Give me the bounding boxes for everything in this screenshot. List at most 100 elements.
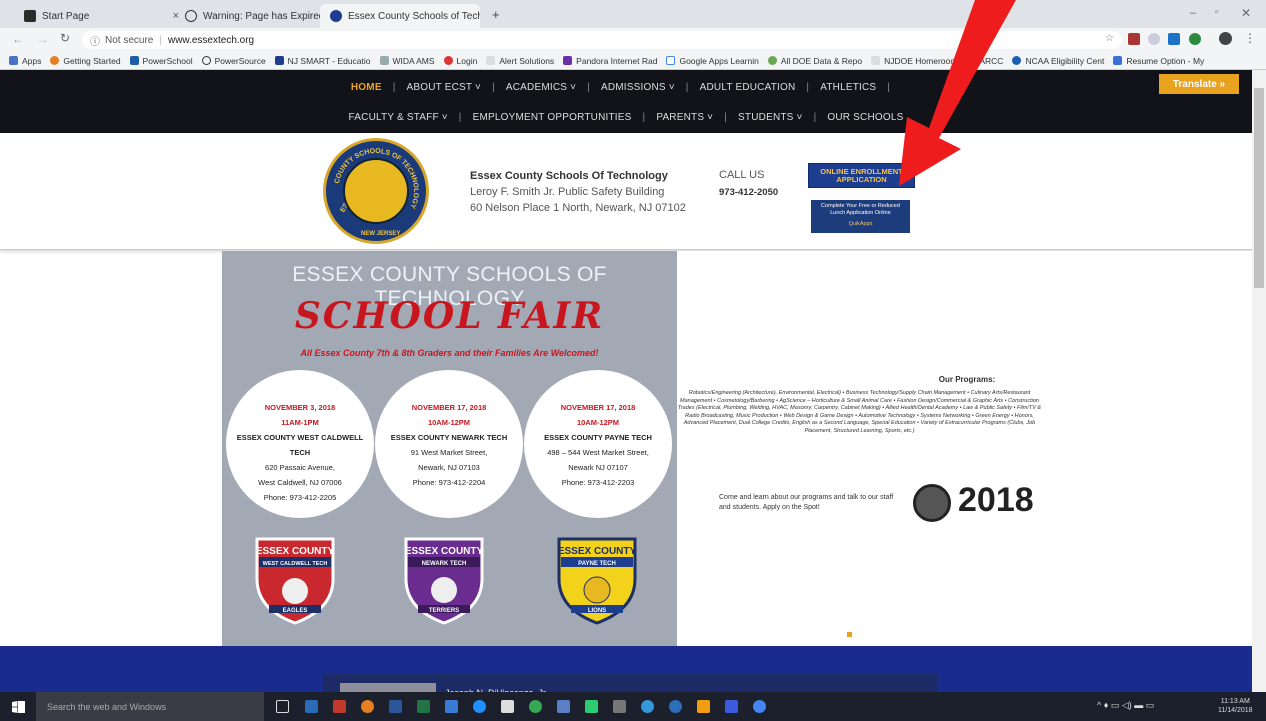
nav-athletics[interactable]: ATHLETICS [820,82,876,93]
tab-essex[interactable]: Essex County Schools of Technol × [320,4,480,28]
programs-list: Robotics/Engineering (Architecture), Env… [677,390,1042,434]
forward-icon[interactable]: → [37,32,49,46]
store-icon[interactable] [501,700,514,713]
event-date: NOVEMBER 17, 2018 [560,403,636,412]
taskbar-search-field[interactable]: Search the web and Windows [36,692,264,721]
app-icon[interactable] [557,700,570,713]
school-address: 60 Nelson Place 1 North, Newark, NJ 0710… [470,202,686,214]
taskbar-clock[interactable]: 11:13 AM 11/14/2018 [1218,697,1253,715]
extension-icon[interactable] [1128,33,1140,45]
tab-expired[interactable]: Warning: Page has Expired × [175,4,335,28]
slider-indicator[interactable] [847,632,852,637]
new-tab-button[interactable]: + [492,7,500,22]
nav-faculty-staff[interactable]: FACULTY & STAFF ˅ [349,112,448,123]
app-icon[interactable] [641,700,654,713]
minimize-button[interactable]: – [1190,7,1196,19]
system-tray-icons[interactable]: ^ ♦ ▭ ◁) ▬ ▭ [1097,700,1154,711]
bookmark-resume[interactable]: Resume Option - My [1113,56,1204,66]
lion-emblem-icon [343,158,409,224]
event-street: 498 – 544 West Market Street, [547,448,649,457]
nav-about[interactable]: ABOUT ECST ˅ [407,82,482,93]
bookmark-apps[interactable]: Apps [9,56,41,66]
enroll-label: APPLICATION [836,174,887,184]
flyer-headline: SCHOOL FAIR [294,295,605,337]
nav-employment[interactable]: EMPLOYMENT OPPORTUNITIES [473,112,632,123]
app-icon[interactable] [305,700,318,713]
school-name: Essex County Schools Of Technology [470,170,668,182]
chrome-icon[interactable] [529,700,542,713]
event-city: Newark, NJ 07103 [418,463,480,472]
flyer-year: 2018 [958,481,1034,519]
app-icon[interactable] [725,700,738,713]
start-page-icon [24,10,36,22]
phone-number[interactable]: 973-412-2050 [719,187,778,198]
bookmark-alert-solutions[interactable]: Alert Solutions [486,56,554,66]
svg-text:ESSEX COUNTY: ESSEX COUNTY [256,546,335,557]
star-icon[interactable]: ☆ [1105,33,1114,44]
filezilla-icon[interactable] [333,700,346,713]
bookmark-arcc[interactable]: ARCC [966,56,1003,66]
tab-start-page[interactable]: Start Page × [14,4,189,28]
bookmark-getting-started[interactable]: Getting Started [50,56,121,66]
bookmark-ncaa[interactable]: NCAA Eligibility Cent [1012,56,1104,66]
bookmark-wida[interactable]: WIDA AMS [379,56,435,66]
nav-admissions[interactable]: ADMISSIONS ˅ [601,82,675,93]
back-icon[interactable]: ← [12,32,24,46]
task-view-icon[interactable] [276,700,289,713]
leadership-panel [323,674,937,692]
app-icon[interactable] [669,700,682,713]
extension-icon[interactable] [1168,33,1180,45]
flyer-subtitle: All Essex County 7th & 8th Graders and t… [300,348,599,358]
info-icon: ⓘ [90,36,100,48]
come-learn-text: Come and learn about our programs and ta… [719,494,894,511]
bookmark-doe-data[interactable]: All DOE Data & Repo [767,56,862,66]
bookmark-google-apps[interactable]: Google Apps Learnin [666,56,759,66]
scrollbar-thumb[interactable] [1254,88,1264,288]
svg-text:PAYNE TECH: PAYNE TECH [578,561,616,567]
excel-icon[interactable] [417,700,430,713]
chrome-canary-icon[interactable] [753,700,766,713]
bookmark-pandora[interactable]: Pandora Internet Rad [563,56,657,66]
portrait-photo [340,683,436,692]
bookmark-njdoe[interactable]: NJDOE Homeroom [871,56,957,66]
url-field[interactable]: ⓘ Not secure | www.essextech.org ☆ [82,31,1122,49]
nav-students[interactable]: STUDENTS ˅ [738,112,803,123]
photos-icon[interactable] [445,700,458,713]
firefox-icon[interactable] [361,700,374,713]
essex-favicon-icon [330,10,342,22]
bookmark-powersource[interactable]: PowerSource [201,56,266,66]
edge-icon[interactable] [473,700,486,713]
nav-adult-education[interactable]: ADULT EDUCATION [700,82,796,93]
profile-icon[interactable] [1219,32,1232,45]
word-icon[interactable] [389,700,402,713]
reload-icon[interactable]: ↻ [60,31,70,45]
school-seal-logo[interactable]: COUNTY SCHOOLS OF TECHNOLOGY ESSEX NEW J… [323,138,429,244]
browser-tab-bar: Start Page × Warning: Page has Expired ×… [0,0,1266,28]
bookmark-login[interactable]: Login [443,56,477,66]
translate-button[interactable]: Translate » [1159,74,1239,94]
bookmark-nj-smart[interactable]: NJ SMART - Educatio [274,56,371,66]
app-icon[interactable] [585,700,598,713]
lunch-application-button[interactable]: Complete Your Free or Reduced Lunch Appl… [811,200,910,233]
menu-icon[interactable]: ⋮ [1244,31,1256,45]
url-text: www.essextech.org [167,34,255,46]
event-card: NOVEMBER 17, 2018 10AM-12PM ESSEX COUNTY… [524,370,672,518]
close-window-button[interactable]: ✕ [1241,6,1251,20]
extension-icon[interactable] [1189,33,1201,45]
nav-our-schools[interactable]: OUR SCHOOLS [827,112,903,123]
eagles-shield-icon: ESSEX COUNTY WEST CALDWELL TECH EAGLES [255,537,335,625]
maximize-button[interactable]: ▫ [1215,7,1219,18]
nav-parents[interactable]: PARENTS ˅ [656,112,713,123]
svg-text:EAGLES: EAGLES [283,608,308,614]
nav-academics[interactable]: ACADEMICS ˅ [506,82,576,93]
vlc-icon[interactable] [697,700,710,713]
online-enrollment-button[interactable]: ONLINE ENROLLMENT APPLICATION [808,163,915,188]
extension-icon[interactable] [1148,33,1160,45]
tab-title: Start Page [42,10,90,22]
app-icon[interactable] [613,700,626,713]
page-scrollbar[interactable] [1252,70,1266,692]
svg-text:TERRIERS: TERRIERS [429,608,459,614]
programs-panel: Our Programs: Robotics/Engineering (Arch… [677,251,1252,646]
nav-home[interactable]: HOME [351,82,382,93]
bookmark-powerschool[interactable]: PowerSchool [129,56,193,66]
